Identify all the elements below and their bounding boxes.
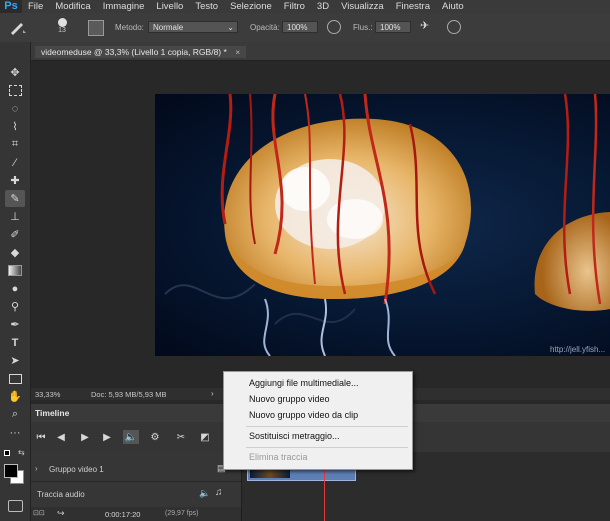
photoshop-logo: Ps (0, 0, 22, 13)
music-note-icon[interactable]: ♫ (215, 487, 223, 498)
document-tab-title: videomeduse @ 33,3% (Livello 1 copia, RG… (41, 47, 227, 57)
speaker-icon[interactable]: 🔈 (199, 488, 210, 499)
type-tool-icon[interactable]: T (5, 334, 25, 351)
menu-item-delete-track: Elimina traccia (249, 452, 308, 462)
hand-tool-icon[interactable]: ✋ (5, 388, 25, 405)
options-bar: 13 Metodo: Normale ⌄ Opacità: 100% Flus.… (0, 13, 610, 43)
document-tab[interactable]: videomeduse @ 33,3% (Livello 1 copia, RG… (35, 46, 247, 58)
doc-info: Doc: 5,93 MB/5,93 MB (91, 390, 167, 399)
marquee-tool-icon[interactable] (5, 82, 25, 99)
menu-immagine[interactable]: Immagine (97, 0, 151, 13)
chevron-down-icon: ⌄ (227, 23, 234, 32)
close-icon[interactable]: × (235, 47, 240, 57)
pressure-size-icon[interactable] (447, 20, 461, 34)
menu-selezione[interactable]: Selezione (224, 0, 278, 13)
transition-icon[interactable]: ◩ (197, 430, 213, 444)
path-selection-tool-icon[interactable]: ➤ (5, 352, 25, 369)
menu-livello[interactable]: Livello (150, 0, 189, 13)
settings-gear-icon[interactable]: ⚙ (147, 430, 163, 444)
menu-item-new-video-group-from-clip[interactable]: Nuovo gruppo video da clip (249, 410, 358, 420)
dodge-tool-icon[interactable]: ⚲ (5, 298, 25, 315)
opacita-input[interactable]: 100% (282, 21, 318, 33)
lasso-tool-icon[interactable]: ◌ (5, 100, 25, 117)
opacita-value: 100% (287, 23, 308, 32)
default-colors-icon[interactable] (4, 450, 10, 456)
airbrush-icon[interactable]: ✈ (420, 19, 436, 35)
healing-brush-tool-icon[interactable]: ✚ (5, 172, 25, 189)
brush-tool-icon[interactable]: ✎ (5, 190, 25, 207)
flusso-input[interactable]: 100% (375, 21, 411, 33)
watermark-text: http://jell.yfish... (550, 345, 605, 354)
menu-modifica[interactable]: Modifica (49, 0, 96, 13)
flusso-label: Flus.: (353, 23, 373, 32)
previous-frame-icon[interactable]: ◀ (53, 430, 69, 444)
play-icon[interactable]: ▶ (77, 430, 93, 444)
track-label-video-group[interactable]: Gruppo video 1 (49, 465, 104, 474)
crop-tool-icon[interactable]: ⌗ (5, 136, 25, 153)
go-to-first-frame-icon[interactable]: ⏮ (33, 430, 49, 444)
menu-file[interactable]: File (22, 0, 49, 13)
metodo-select[interactable]: Normale ⌄ (148, 21, 238, 33)
context-menu: Aggiungi file multimediale... Nuovo grup… (223, 371, 413, 470)
track-divider (31, 481, 241, 482)
metodo-label: Metodo: (115, 23, 144, 32)
metodo-value: Normale (153, 23, 184, 32)
brush-panel-toggle-icon[interactable] (88, 20, 104, 36)
blur-tool-icon[interactable]: ● (5, 280, 25, 297)
tools-panel: ✥ ◌ ⌇ ⌗ ⁄ ✚ ✎ ⊥ ✐ ◆ ● ⚲ ✒ T ➤ ✋ ⌕ ··· ⇆ (0, 42, 31, 521)
zoom-level[interactable]: 33,33% (35, 390, 60, 399)
split-scissors-icon[interactable]: ✂ (173, 430, 189, 444)
menu-bar: Ps File Modifica Immagine Livello Testo … (0, 0, 610, 13)
menu-item-replace-footage[interactable]: Sostituisci metraggio... (249, 431, 340, 441)
menu-finestra[interactable]: Finestra (390, 0, 436, 13)
audio-mute-icon[interactable]: 🔈 (123, 430, 139, 444)
flusso-value: 100% (380, 23, 401, 32)
track-labels-panel: › Gruppo video 1 ▤ Traccia audio 🔈 ♫ ⊡⊡ … (31, 452, 242, 521)
zoom-tool-icon[interactable]: ⌕ (5, 406, 25, 423)
frame-rate: (29,97 fps) (165, 510, 199, 517)
menu-separator (246, 426, 408, 427)
menu-visualizza[interactable]: Visualizza (335, 0, 390, 13)
move-tool-icon[interactable]: ✥ (5, 64, 25, 81)
brush-size-picker[interactable]: 13 (55, 18, 69, 40)
track-label-audio[interactable]: Traccia audio (37, 490, 85, 499)
quick-mask-icon[interactable] (8, 500, 23, 512)
next-frame-icon[interactable]: ▶ (99, 430, 115, 444)
eyedropper-tool-icon[interactable]: ⁄ (5, 154, 25, 171)
eraser-tool-icon[interactable]: ◆ (5, 244, 25, 261)
menu-3d[interactable]: 3D (311, 0, 335, 13)
history-brush-tool-icon[interactable]: ✐ (5, 226, 25, 243)
brush-tip-icon (57, 18, 67, 27)
canvas-image[interactable]: http://jell.yfish... (155, 94, 610, 356)
gradient-tool-icon[interactable] (5, 262, 25, 279)
menu-testo[interactable]: Testo (189, 0, 224, 13)
more-tools-icon[interactable]: ··· (5, 424, 25, 441)
current-timecode: 0:00:17:20 (105, 510, 141, 519)
render-icon[interactable]: ⊡⊡ (33, 509, 45, 517)
foreground-color-swatch[interactable] (4, 464, 18, 478)
menu-filtro[interactable]: Filtro (278, 0, 311, 13)
convert-arrow-icon[interactable]: ↪ (57, 508, 65, 519)
timeline-footer: ⊡⊡ ↪ 0:00:17:20 (29,97 fps) (31, 507, 241, 521)
menu-item-new-video-group[interactable]: Nuovo gruppo video (249, 394, 330, 404)
brush-tool-preset-icon[interactable] (8, 20, 28, 36)
swap-colors-icon[interactable]: ⇆ (18, 448, 25, 457)
menu-item-add-media[interactable]: Aggiungi file multimediale... (249, 378, 359, 388)
menu-aiuto[interactable]: Aiuto (436, 0, 470, 13)
chevron-right-icon[interactable]: › (211, 389, 214, 398)
quick-selection-tool-icon[interactable]: ⌇ (5, 118, 25, 135)
chevron-right-icon[interactable]: › (35, 464, 38, 473)
menu-separator (246, 447, 408, 448)
brush-size-value: 13 (58, 27, 66, 34)
timeline-tab[interactable]: Timeline (35, 408, 69, 418)
document-tab-bar: videomeduse @ 33,3% (Livello 1 copia, RG… (31, 42, 610, 61)
opacita-label: Opacità: (250, 23, 280, 32)
pen-tool-icon[interactable]: ✒ (5, 316, 25, 333)
jellyfish-image: http://jell.yfish... (164, 94, 610, 356)
pressure-opacity-icon[interactable] (327, 20, 341, 34)
rectangle-tool-icon[interactable] (5, 370, 25, 387)
clone-stamp-tool-icon[interactable]: ⊥ (5, 208, 25, 225)
